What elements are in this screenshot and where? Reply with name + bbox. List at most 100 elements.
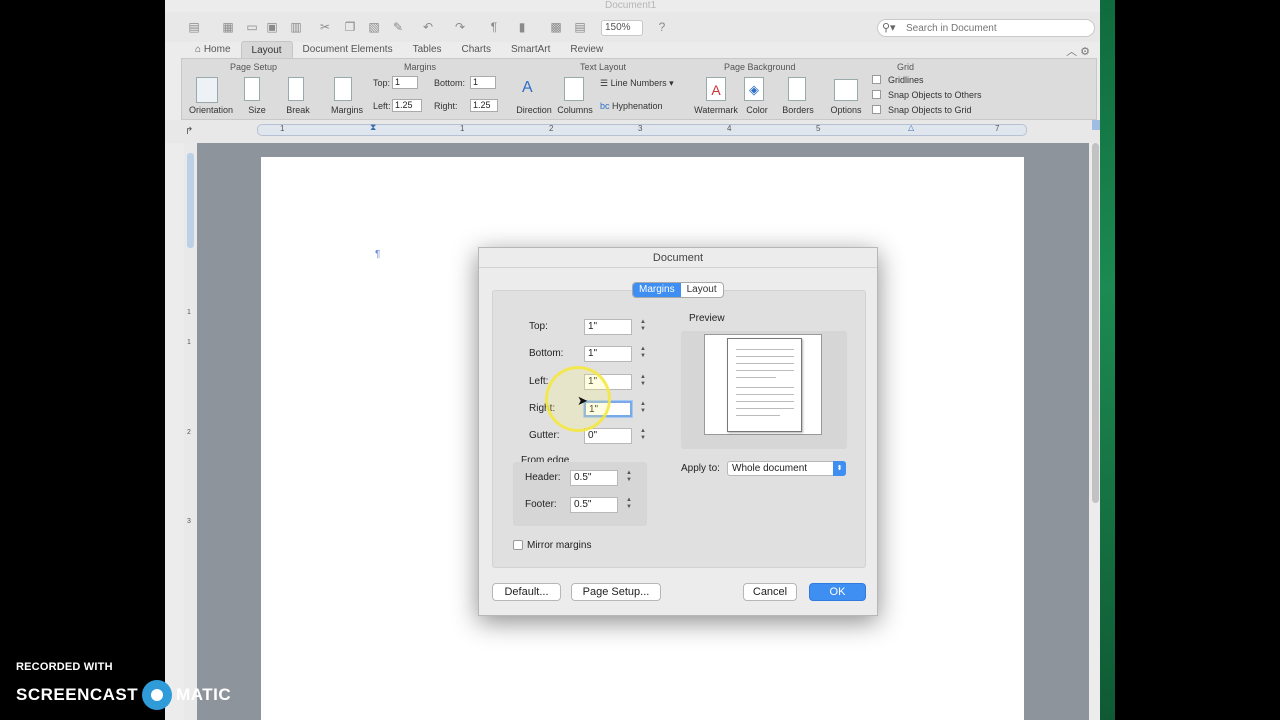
line-numbers-button[interactable]: ☰ Line Numbers ▾ [600, 78, 674, 89]
orientation-button[interactable]: Orientation [186, 105, 236, 115]
ribbon-bottom-field[interactable]: 1 [470, 76, 496, 89]
ribbon-right-field[interactable]: 1.25 [470, 99, 498, 112]
paste-icon[interactable]: ▧ [367, 20, 381, 34]
tab-layout[interactable]: Layout [240, 41, 293, 58]
vertical-scrollbar[interactable] [1091, 143, 1100, 720]
vertical-ruler[interactable]: 1 1 2 3 [184, 143, 197, 720]
mouse-pointer-icon: ➤ [577, 393, 588, 408]
ok-button[interactable]: OK [809, 583, 866, 601]
watermark-logo: SCREENCAST MATIC [16, 680, 231, 710]
cut-icon[interactable]: ✂ [318, 20, 332, 34]
margins-button[interactable]: Margins [330, 105, 364, 115]
format-painter-icon[interactable]: ✎ [391, 20, 405, 34]
ribbon-left-field[interactable]: 1.25 [392, 99, 422, 112]
document-dialog: Document Top: 1" ▲ ▼ Bottom: 1" ▲ ▼ Left: … [478, 247, 878, 616]
cancel-button[interactable]: Cancel [743, 583, 797, 601]
footer-stepper[interactable]: ▲ ▼ [625, 497, 633, 512]
tab-margins[interactable]: Margins [633, 283, 681, 297]
header-label: Header: [525, 472, 561, 483]
page-color-icon: ◈ [744, 77, 764, 101]
margins-icon [334, 77, 352, 101]
gridlines-checkbox[interactable] [872, 75, 881, 84]
vruler-number: 1 [187, 309, 191, 316]
ribbon-top-field[interactable]: 1 [392, 76, 418, 89]
left-stepper[interactable]: ▲ ▼ [639, 374, 647, 389]
horizontal-ruler[interactable]: 1 ⧗ 1 2 3 4 5 △ 7 [257, 122, 1027, 136]
gutter-field[interactable]: 0" [584, 428, 632, 444]
tab-charts[interactable]: Charts [452, 41, 501, 58]
break-button[interactable]: Break [280, 105, 316, 115]
help-icon[interactable]: ? [655, 20, 669, 34]
ribbon-bottom-label: Bottom: [434, 78, 466, 88]
toolbox-icon[interactable]: ▤ [573, 20, 587, 34]
color-button[interactable]: Color [742, 105, 772, 115]
hyphenation-button[interactable]: bc Hyphenation [600, 101, 663, 111]
zoom-field[interactable]: 150% [601, 20, 643, 36]
templates-icon[interactable]: ▦ [221, 20, 235, 34]
size-button[interactable]: Size [242, 105, 272, 115]
page-setup-button[interactable]: Page Setup... [571, 583, 661, 601]
right-letterbox [1115, 0, 1280, 720]
tab-home[interactable]: ⌂ Home [185, 41, 241, 58]
tab-label: Home [203, 44, 231, 55]
redo-icon[interactable]: ↷ [453, 20, 467, 34]
window-title: Document1 [605, 0, 657, 11]
options-button[interactable]: Options [826, 105, 866, 115]
bottom-stepper[interactable]: ▲ ▼ [639, 346, 647, 361]
ribbon-left-label: Left: [373, 101, 391, 111]
ribbon-settings-icon[interactable]: ⚙ [1080, 46, 1090, 58]
top-stepper[interactable]: ▲ ▼ [639, 319, 647, 334]
right-stepper[interactable]: ▲ ▼ [639, 401, 647, 416]
ruler-toggle-icon[interactable] [1092, 120, 1100, 130]
bottom-margin-field[interactable]: 1" [584, 346, 632, 362]
dialog-title: Document [479, 248, 877, 268]
undo-icon[interactable]: ↶ [421, 20, 435, 34]
left-letterbox [0, 0, 165, 720]
header-distance-field[interactable]: 0.5" [570, 470, 618, 486]
search-box[interactable]: ⚲▾ [877, 19, 1095, 37]
new-icon[interactable]: ▤ [187, 20, 201, 34]
ruler-number: 3 [638, 124, 643, 133]
tab-tables[interactable]: Tables [403, 41, 452, 58]
indent-marker-icon[interactable]: ⧗ [370, 122, 376, 133]
apply-to-select[interactable]: Whole document ⬍ [727, 461, 846, 476]
sidebar-icon[interactable]: ▮ [515, 20, 529, 34]
collapse-ribbon-icon[interactable]: ︿ [1066, 46, 1077, 58]
ruler-number: 1 [280, 124, 285, 133]
right-indent-marker-icon[interactable]: △ [908, 123, 914, 132]
from-edge-box: Header: 0.5" ▲ ▼ Footer: 0.5" ▲ ▼ [513, 462, 647, 526]
tab-stop-selector-icon[interactable]: ↱ [185, 126, 193, 137]
columns-button[interactable]: Columns [556, 105, 594, 115]
tab-smartart[interactable]: SmartArt [501, 41, 560, 58]
columns-icon [564, 77, 584, 101]
default-button[interactable]: Default... [492, 583, 561, 601]
hyphenation-icon: bc [600, 101, 613, 111]
gutter-label: Gutter: [529, 430, 560, 441]
mirror-margins-checkbox[interactable] [513, 540, 523, 550]
snap-grid-checkbox[interactable] [872, 105, 881, 114]
pilcrow-toggle-icon[interactable]: ¶ [487, 20, 501, 34]
ribbon-controls: ︿ ⚙ [1066, 43, 1090, 59]
ribbon-top-label: Top: [373, 78, 391, 88]
gutter-stepper[interactable]: ▲ ▼ [639, 428, 647, 443]
watermark-button[interactable]: Watermark [692, 105, 740, 115]
tab-document-elements[interactable]: Document Elements [293, 41, 403, 58]
direction-button[interactable]: Direction [514, 105, 554, 115]
borders-button[interactable]: Borders [778, 105, 818, 115]
media-browser-icon[interactable]: ▩ [549, 20, 563, 34]
top-margin-field[interactable]: 1" [584, 319, 632, 335]
gridlines-label: Gridlines [888, 75, 924, 85]
open-icon[interactable]: ▭ [245, 20, 259, 34]
header-stepper[interactable]: ▲ ▼ [625, 470, 633, 485]
scrollbar-thumb[interactable] [1092, 143, 1099, 503]
snap-grid-label: Snap Objects to Grid [888, 105, 972, 115]
save-icon[interactable]: ▣ [265, 20, 279, 34]
tab-review[interactable]: Review [560, 41, 613, 58]
tab-layout-dialog[interactable]: Layout [681, 283, 723, 297]
left-label: Left: [529, 376, 549, 387]
print-icon[interactable]: ▥ [289, 20, 303, 34]
search-input[interactable] [906, 22, 1086, 35]
snap-others-checkbox[interactable] [872, 90, 881, 99]
footer-distance-field[interactable]: 0.5" [570, 497, 618, 513]
copy-icon[interactable]: ❐ [343, 20, 357, 34]
